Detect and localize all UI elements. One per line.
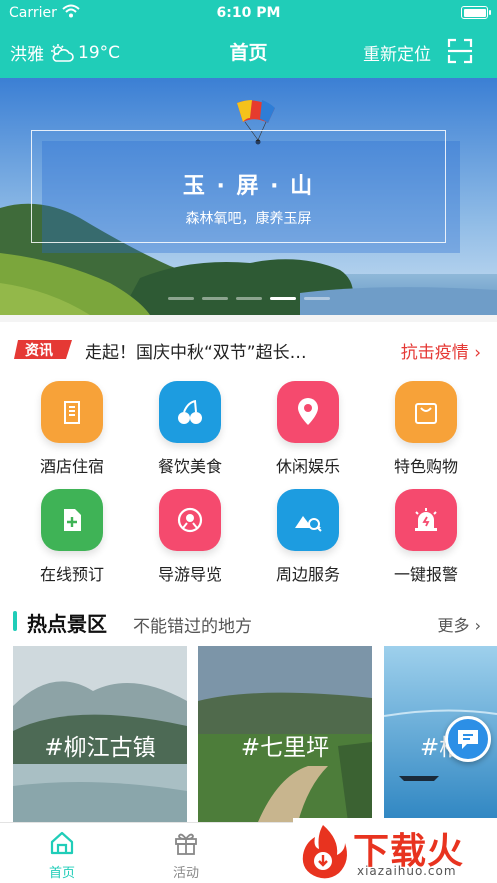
nearby-search-icon [277,489,339,551]
partly-cloudy-icon [51,43,74,62]
carousel-dot[interactable] [304,297,330,300]
spot-caption: #七里坪 [240,735,330,761]
service-label: 餐饮美食 [157,457,222,476]
flame-logo-icon [302,825,347,879]
spot-caption: #柳江古镇 [44,735,156,761]
covid-link[interactable]: 抗击疫情 › [401,338,481,363]
service-label: 休闲娱乐 [275,457,340,476]
banner-subtitle: 森林氧吧，康养玉屏 [185,211,312,227]
carousel-dot[interactable] [270,297,296,300]
spot-card[interactable]: #柳江古镇 [13,646,187,822]
carousel-dot[interactable] [168,297,194,300]
carousel-dot[interactable] [236,297,262,300]
alarm-icon [395,489,457,551]
home-icon [50,831,74,855]
app-screen: Carrier 6:10 PM 洪雅 19°C 首页 重新定位 玉 · 屏 · … [0,0,497,883]
service-label: 一键报警 [393,565,458,584]
banner-title: 玉 · 屏 · 山 [182,174,315,199]
service-label: 在线预订 [39,565,104,584]
service-nearby[interactable]: 周边服务 [246,486,370,586]
service-shopping[interactable]: 特色购物 [364,378,488,478]
location-label: 洪雅 [10,45,44,65]
chat-bubble-icon [458,730,478,749]
section-title: 热点景区 [27,612,107,636]
service-label: 特色购物 [393,457,458,476]
location-weather[interactable]: 洪雅 19°C [10,40,121,66]
location-icon [277,381,339,443]
shopping-bag-icon [395,381,457,443]
service-label: 周边服务 [275,565,340,584]
map-guide-icon [159,489,221,551]
booking-icon [41,489,103,551]
service-leisure[interactable]: 休闲娱乐 [246,378,370,478]
news-tag-badge: 资讯 [14,340,72,359]
complaint-button[interactable] [445,716,491,762]
service-guide[interactable]: 导游导览 [128,486,252,586]
watermark: 下载火 xiazaihuo.com [293,818,497,883]
clock: 6:10 PM [216,5,281,21]
service-alarm[interactable]: 一键报警 [364,486,488,586]
header: Carrier 6:10 PM 洪雅 19°C 首页 重新定位 [0,0,497,78]
carousel-dot[interactable] [202,297,228,300]
hotel-icon [41,381,103,443]
more-link[interactable]: 更多 › [438,612,482,636]
service-booking[interactable]: 在线预订 [10,486,134,586]
carousel-dots [168,297,330,300]
navbar: 洪雅 19°C 首页 重新定位 [0,30,497,72]
spot-card[interactable]: #七里坪 [198,646,372,822]
tab-label: 首页 [48,866,75,881]
scan-icon[interactable] [447,38,473,64]
status-bar: Carrier 6:10 PM [0,0,497,26]
service-label: 酒店住宿 [39,457,104,476]
service-label: 导游导览 [157,565,222,584]
news-ticker[interactable]: 资讯 走起！国庆中秋“双节”超长… 抗击疫情 › [0,322,497,374]
banner-carousel[interactable]: 玉 · 屏 · 山 森林氧吧，康养玉屏 [0,78,497,315]
cherry-icon [159,381,221,443]
relocate-button[interactable]: 重新定位 [363,40,431,65]
main-content: 资讯 走起！国庆中秋“双节”超长… 抗击疫情 › 酒店住宿 餐饮美食 休闲娱乐 … [0,322,497,822]
tab-label: 活动 [172,866,199,881]
tab-home[interactable]: 首页 [17,827,107,881]
section-accent-bar [13,611,17,631]
gift-icon [175,833,197,855]
tab-activity[interactable]: 活动 [141,827,231,881]
service-dining[interactable]: 餐饮美食 [128,378,252,478]
watermark-url: xiazaihuo.com [357,864,457,878]
hot-spots-list: #柳江古镇 #七里坪 #槽 [0,646,497,822]
service-hotel[interactable]: 酒店住宿 [10,378,134,478]
news-headline[interactable]: 走起！国庆中秋“双节”超长… [85,338,307,363]
temperature-label: 19°C [78,42,121,63]
battery-icon [461,6,491,19]
news-tag-label: 资讯 [25,342,53,359]
hot-spots-header: 热点景区 不能错过的地方 更多 › [0,606,497,642]
section-subtitle: 不能错过的地方 [133,617,252,637]
